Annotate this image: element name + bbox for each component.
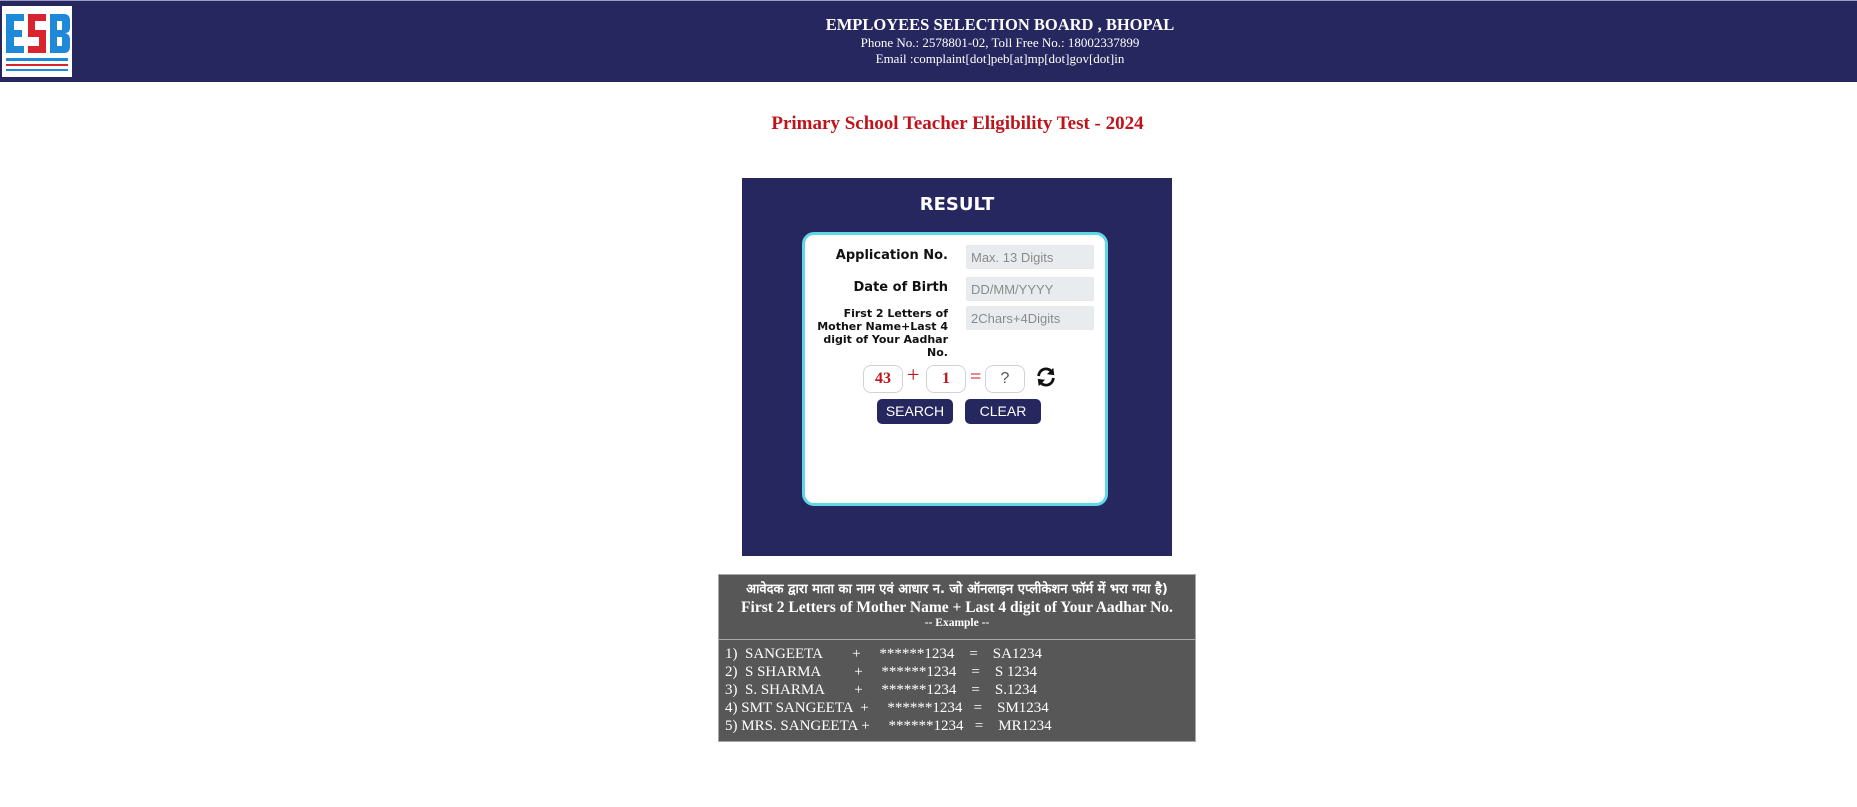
search-button[interactable]: SEARCH <box>877 399 953 424</box>
example-row: 1) SANGEETA + ******1234 = SA1234 <box>725 645 1191 663</box>
exam-title: Primary School Teacher Eligibility Test … <box>771 113 1144 134</box>
example-row-text: 2) S SHARMA + ******1234 = S 1234 <box>725 664 1037 680</box>
example-row: 5) MRS. SANGEETA + ******1234 = MR1234 <box>725 717 1191 735</box>
example-hindi-heading: आवेदक द्वारा माता का नाम एवं आधार न. जो … <box>746 582 1168 597</box>
application-no-input[interactable] <box>966 245 1094 269</box>
header-info: EMPLOYEES SELECTION BOARD , BHOPAL Phone… <box>700 15 1300 67</box>
example-list: 1) SANGEETA + ******1234 = SA1234 2) S S… <box>725 645 1191 735</box>
example-row-text: 5) MRS. SANGEETA + ******1234 = MR1234 <box>725 718 1052 734</box>
result-form: Application No. Date of Birth First 2 Le… <box>802 232 1108 506</box>
board-name: EMPLOYEES SELECTION BOARD , BHOPAL <box>825 15 1175 34</box>
example-row-text: 1) SANGEETA + ******1234 = SA1234 <box>725 646 1042 662</box>
site-header: EMPLOYEES SELECTION BOARD , BHOPAL Phone… <box>0 0 1857 82</box>
result-title: RESULT <box>919 194 995 215</box>
refresh-captcha-icon[interactable] <box>1035 366 1057 388</box>
example-row: 3) S. SHARMA + ******1234 = S.1234 <box>725 681 1191 699</box>
captcha-number-2: 1 <box>926 365 966 393</box>
mother-aadhar-label: First 2 Letters of Mother Name+Last 4 di… <box>817 307 948 359</box>
captcha-number-1: 43 <box>863 365 903 393</box>
mother-aadhar-input[interactable] <box>966 306 1094 330</box>
esb-logo-icon <box>2 6 72 77</box>
contact-email: Email :complaint[dot]peb[at]mp[dot]gov[d… <box>875 51 1125 66</box>
clear-button[interactable]: CLEAR <box>965 399 1041 424</box>
example-subheading: -- Example -- <box>924 617 990 629</box>
example-row-text: 4) SMT SANGEETA + ******1234 = SM1234 <box>725 700 1049 716</box>
example-row-text: 3) S. SHARMA + ******1234 = S.1234 <box>725 682 1037 698</box>
result-panel: RESULT Application No. Date of Birth Fir… <box>742 178 1172 556</box>
example-english-heading: First 2 Letters of Mother Name + Last 4 … <box>741 599 1173 616</box>
contact-phone: Phone No.: 2578801-02, Toll Free No.: 18… <box>860 35 1140 50</box>
example-row: 2) S SHARMA + ******1234 = S 1234 <box>725 663 1191 681</box>
esb-logo <box>2 6 72 77</box>
example-row: 4) SMT SANGEETA + ******1234 = SM1234 <box>725 699 1191 717</box>
dob-label: Date of Birth <box>853 280 948 295</box>
captcha-answer-input[interactable] <box>985 365 1025 393</box>
dob-input[interactable] <box>966 277 1094 301</box>
captcha-equals: = <box>970 366 982 388</box>
example-box: आवेदक द्वारा माता का नाम एवं आधार न. जो … <box>718 574 1196 742</box>
captcha-plus: + <box>907 362 920 387</box>
example-heading: आवेदक द्वारा माता का नाम एवं आधार न. जो … <box>719 575 1195 640</box>
application-no-label: Application No. <box>835 248 948 263</box>
